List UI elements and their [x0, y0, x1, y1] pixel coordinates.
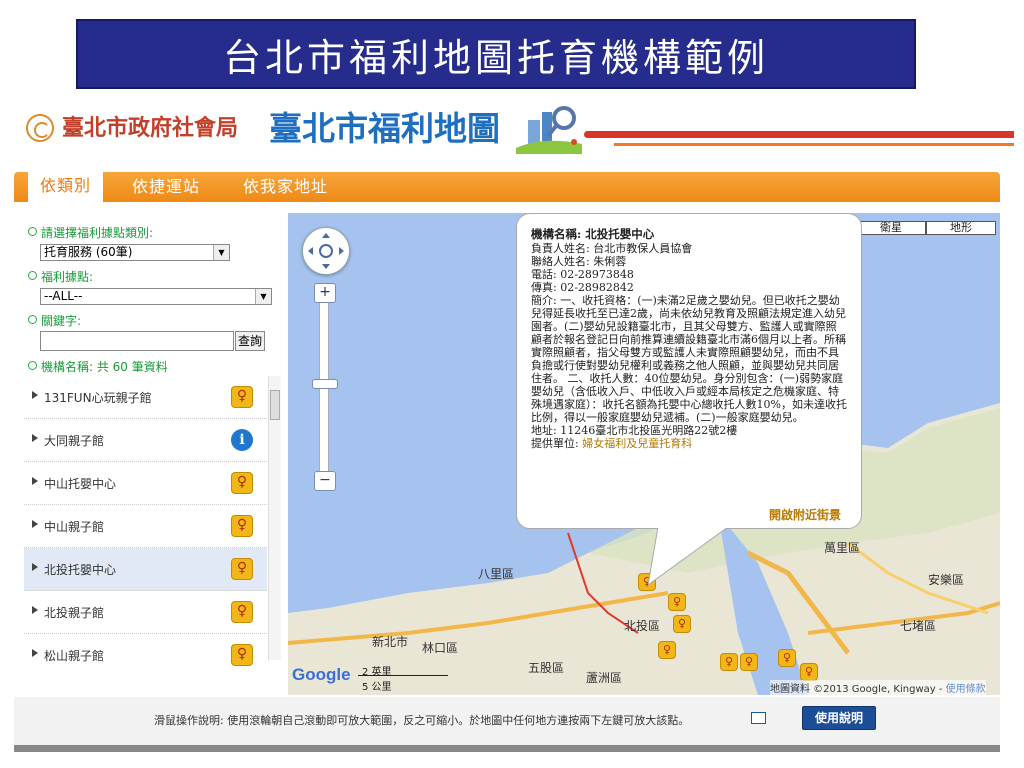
chevron-down-icon: ▼	[213, 245, 229, 260]
zoom-slider-track[interactable]	[319, 297, 329, 483]
slide-title: 台北市福利地圖托育機構範例	[76, 19, 916, 89]
map-label-anle: 安樂區	[928, 573, 965, 587]
scale-bar	[358, 675, 448, 676]
list-item[interactable]: 大同親子館 i	[24, 419, 267, 462]
list-item[interactable]: 中山托嬰中心 ♀	[24, 462, 267, 505]
map-marker-icon[interactable]: ♀	[668, 593, 686, 611]
map-marker-icon[interactable]: ♀	[740, 653, 758, 671]
list-item[interactable]: 131FUN心玩親子館 ♀	[24, 376, 267, 419]
map-label-qidu: 七堵區	[900, 619, 937, 633]
bullet-icon	[28, 227, 37, 236]
map-type-satellite[interactable]: 衛星	[856, 221, 926, 235]
list-item[interactable]: 松山親子館 ♀	[24, 634, 267, 674]
facility-provider: 提供單位: 婦女福利及兒童托育科	[531, 437, 693, 450]
bullet-icon	[28, 315, 37, 324]
expand-arrow-icon	[32, 649, 38, 657]
footer-bar: 滑鼠操作說明: 使用滾輪朝自己滾動即可放大範圍，反之可縮小。於地圖中任何地方連按…	[14, 697, 1000, 745]
tab-by-home-address[interactable]: 依我家地址	[243, 172, 328, 202]
list-scrollbar[interactable]	[268, 376, 281, 660]
scrollbar-thumb[interactable]	[270, 390, 280, 420]
tab-by-mrt-station[interactable]: 依捷運站	[132, 172, 200, 202]
childcare-marker-icon: ♀	[231, 558, 253, 580]
map-canvas[interactable]: 地圖 衛星 地形 + − 八里區 北投區 林口區 五股區 蘆洲區 萬里區 安樂區…	[288, 213, 1000, 695]
expand-arrow-icon	[32, 563, 38, 571]
header-accent-stripe-thin	[614, 143, 1014, 146]
facility-description: 簡介: 一、收托資格：(一)未滿2足歲之嬰幼兒。但已收托之嬰幼兒得延長收托至已達…	[531, 294, 847, 424]
header-accent-stripe	[584, 131, 1014, 138]
map-marker-icon[interactable]: ♀	[720, 653, 738, 671]
point-label: 福利據點:	[28, 268, 93, 285]
expand-arrow-icon	[32, 520, 38, 528]
map-marker-icon[interactable]: ♀	[658, 641, 676, 659]
result-count: 機構名稱: 共 60 筆資料	[28, 358, 168, 375]
facility-title: 機構名稱: 北投托嬰中心	[531, 227, 655, 241]
tab-by-category[interactable]: 依類別	[28, 168, 104, 202]
expand-arrow-icon	[32, 391, 38, 399]
childcare-marker-icon: ♀	[231, 515, 253, 537]
childcare-marker-icon: ♀	[231, 644, 253, 666]
site-header: 臺北市政府社會局 臺北市福利地圖	[24, 100, 1014, 170]
zoom-in-button[interactable]: +	[314, 283, 336, 303]
facility-fax: 傳真: 02-28982842	[531, 281, 634, 294]
list-item-selected[interactable]: 北投托嬰中心 ♀	[24, 548, 267, 591]
info-window-pointer	[648, 527, 730, 586]
map-label-linkou: 林口區	[422, 641, 459, 655]
zoom-slider-handle[interactable]	[312, 379, 338, 389]
facility-contact: 聯絡人姓名: 朱俐蓉	[531, 255, 627, 268]
expand-arrow-icon	[32, 606, 38, 614]
map-attribution: 地圖資料 ©2013 Google, Kingway - 使用條款	[770, 680, 986, 695]
childcare-marker-icon: ♀	[231, 386, 253, 408]
pan-hand-icon	[308, 233, 344, 269]
category-label: 請選擇福利據點類別:	[28, 224, 153, 241]
chevron-down-icon: ▼	[255, 289, 271, 304]
map-marker-icon[interactable]: ♀	[800, 663, 818, 681]
department-seal-icon	[26, 114, 54, 142]
childcare-marker-icon: ♀	[231, 601, 253, 623]
map-marker-icon[interactable]: ♀	[673, 615, 691, 633]
department-name: 臺北市政府社會局	[62, 115, 239, 141]
pan-control[interactable]	[302, 227, 350, 275]
facility-list: 131FUN心玩親子館 ♀ 大同親子館 i 中山托嬰中心 ♀ 中山親子館 ♀ 北投托嬰中…	[24, 376, 267, 674]
map-label-beitou: 北投區	[624, 619, 661, 633]
zoom-out-button[interactable]: −	[314, 471, 336, 491]
map-label-wanli: 萬里區	[824, 541, 861, 555]
list-item[interactable]: 北投親子館 ♀	[24, 591, 267, 634]
facility-phone: 電話: 02-28973848	[531, 268, 634, 281]
facility-address: 地址: 11246臺北市北投區光明路22號2樓	[531, 424, 738, 437]
open-street-view-link[interactable]: 開啟附近街景	[769, 509, 841, 522]
google-logo: Google	[292, 665, 351, 684]
filter-sidebar: 請選擇福利據點類別: 托育服務 (60筆) ▼ 福利據點: --ALL-- ▼ 關鍵…	[14, 213, 286, 695]
facility-owner: 負責人姓名: 台北市教保人員協會	[531, 242, 693, 255]
bottom-divider	[14, 745, 1000, 752]
site-logo-title: 臺北市福利地圖	[269, 109, 500, 148]
expand-arrow-icon	[32, 434, 38, 442]
category-select[interactable]: 托育服務 (60筆) ▼	[40, 244, 230, 261]
keyword-input[interactable]	[40, 331, 234, 351]
map-label-xinbei: 新北市	[372, 635, 409, 649]
query-button[interactable]: 查詢	[235, 331, 265, 351]
help-button[interactable]: 使用說明	[802, 706, 876, 730]
map-label-bali: 八里區	[478, 567, 515, 581]
map-label-luzhou: 蘆洲區	[586, 671, 623, 685]
bullet-icon	[28, 361, 37, 370]
info-icon: i	[231, 429, 253, 451]
search-mode-tabs: 依類別 依捷運站 依我家地址	[14, 168, 1000, 202]
facility-info-window: 機構名稱: 北投托嬰中心 負責人姓名: 台北市教保人員協會 聯絡人姓名: 朱俐蓉…	[516, 213, 862, 529]
map-label-wugu: 五股區	[528, 661, 565, 675]
bullet-icon	[28, 271, 37, 280]
childcare-marker-icon: ♀	[231, 472, 253, 494]
terms-link[interactable]: 使用條款	[946, 684, 986, 695]
expand-arrow-icon	[32, 477, 38, 485]
map-marker-icon[interactable]: ♀	[778, 649, 796, 667]
list-item[interactable]: 中山親子館 ♀	[24, 505, 267, 548]
welfare-point-select[interactable]: --ALL-- ▼	[40, 288, 272, 305]
map-type-terrain[interactable]: 地形	[926, 221, 996, 235]
keyword-label: 關鍵字:	[28, 312, 81, 329]
city-map-illustration-icon	[516, 106, 582, 154]
mouse-instructions: 滑鼠操作說明: 使用滾輪朝自己滾動即可放大範圍，反之可縮小。於地圖中任何地方連按…	[154, 714, 690, 727]
mail-icon[interactable]	[751, 712, 766, 724]
scale-km: 5 公里	[362, 682, 392, 693]
